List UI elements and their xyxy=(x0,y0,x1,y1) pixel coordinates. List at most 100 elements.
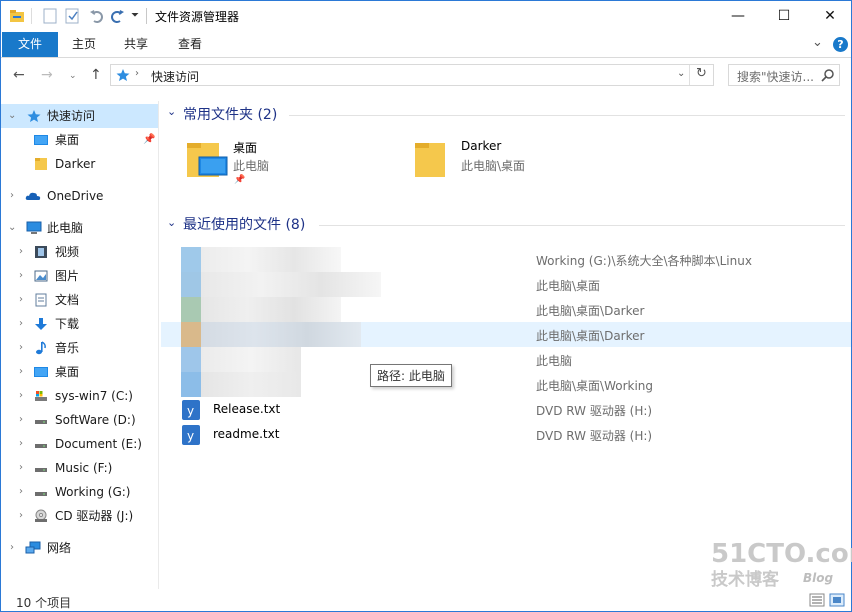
system-drive-icon xyxy=(35,391,47,401)
pin-icon[interactable]: 📌 xyxy=(143,128,155,152)
nav-item-label: Document (E:) xyxy=(55,437,142,451)
maximize-button[interactable]: ☐ xyxy=(761,1,807,31)
tile-name: 桌面 xyxy=(233,141,258,155)
chevron-right-icon[interactable]: › xyxy=(19,432,23,456)
address-bar[interactable]: › 快速访问 ⌄ ↻ xyxy=(110,64,714,86)
nav-item-label: sys-win7 (C:) xyxy=(55,389,133,403)
tab-home[interactable]: 主页 xyxy=(61,32,107,57)
file-location: DVD RW 驱动器 (H:) xyxy=(536,404,653,418)
chevron-right-icon[interactable]: › xyxy=(19,384,23,408)
chevron-right-icon[interactable]: › xyxy=(19,408,23,432)
quick-access-toolbar-divider xyxy=(31,8,32,24)
chevron-right-icon[interactable]: › xyxy=(19,312,23,336)
nav-item-this-pc[interactable]: ⌄ 此电脑 xyxy=(1,216,158,240)
onedrive-cloud-icon xyxy=(25,192,41,200)
chevron-right-icon[interactable]: › xyxy=(19,504,23,528)
music-icon xyxy=(36,341,46,355)
recent-file-row[interactable]: y readme.txt DVD RW 驱动器 (H:) xyxy=(161,422,851,447)
chevron-right-icon[interactable]: › xyxy=(19,264,23,288)
file-location: 此电脑\桌面 xyxy=(536,279,601,293)
file-icon xyxy=(181,372,201,397)
pictures-icon xyxy=(34,270,48,282)
close-button[interactable]: ✕ xyxy=(807,1,852,31)
collapse-group-chevron-icon[interactable]: ⌄ xyxy=(167,105,176,118)
breadcrumb[interactable]: 快速访问 xyxy=(151,68,199,85)
chevron-down-icon[interactable]: ⌄ xyxy=(8,216,16,240)
chevron-right-icon[interactable]: › xyxy=(19,456,23,480)
customize-toolbar-chevron-icon[interactable]: ⏷ xyxy=(131,10,139,21)
recent-file-row[interactable]: 此电脑\桌面\Darker xyxy=(161,297,851,322)
chevron-right-icon[interactable]: › xyxy=(19,360,23,384)
tab-share[interactable]: 共享 xyxy=(113,32,159,57)
collapse-group-chevron-icon[interactable]: ⌄ xyxy=(167,216,176,229)
chevron-right-icon[interactable]: › xyxy=(19,240,23,264)
nav-item-drive-e[interactable]: › Document (E:) xyxy=(1,432,158,456)
address-row: ← → ⌄ ↑ › 快速访问 ⌄ ↻ 搜索"快速访... xyxy=(1,59,851,93)
nav-item-pictures[interactable]: › 图片 xyxy=(1,264,158,288)
nav-item-desktop[interactable]: › 桌面 xyxy=(1,360,158,384)
chevron-right-icon[interactable]: › xyxy=(19,288,23,312)
recent-file-row[interactable]: 此电脑 xyxy=(161,347,851,372)
recent-file-row[interactable]: 此电脑\桌面\Working xyxy=(161,372,851,397)
recent-file-row[interactable]: y Release.txt DVD RW 驱动器 (H:) xyxy=(161,397,851,422)
search-input[interactable]: 搜索"快速访... xyxy=(728,64,840,86)
recent-file-row[interactable]: Working (G:)\系统大全\各种脚本\Linux xyxy=(161,247,851,272)
check-doc-icon[interactable] xyxy=(65,8,81,24)
nav-item-label: 视频 xyxy=(55,245,80,259)
redo-icon[interactable] xyxy=(109,8,125,24)
large-icons-view-icon[interactable] xyxy=(829,593,845,607)
recent-files-header[interactable]: 最近使用的文件 (8) xyxy=(183,214,305,236)
expand-ribbon-chevron-icon[interactable]: ⌄ xyxy=(812,35,823,50)
svg-text:y: y xyxy=(187,404,194,418)
quick-access-star-icon xyxy=(116,69,130,81)
nav-item-drive-c[interactable]: › sys-win7 (C:) xyxy=(1,384,158,408)
nav-item-drive-f[interactable]: › Music (F:) xyxy=(1,456,158,480)
chevron-right-icon[interactable]: › xyxy=(19,336,23,360)
undo-icon[interactable] xyxy=(89,8,105,24)
status-bar: 10 个项目 xyxy=(1,591,851,612)
recent-locations-chevron-icon[interactable]: ⌄ xyxy=(69,71,77,81)
nav-item-quick-access[interactable]: ⌄ 快速访问 xyxy=(1,104,158,128)
up-arrow-icon[interactable]: ↑ xyxy=(90,67,102,83)
folder-tile-darker[interactable]: Darker 此电脑\桌面 xyxy=(409,133,619,189)
nav-item-label: OneDrive xyxy=(47,189,104,203)
back-arrow-icon[interactable]: ← xyxy=(13,67,25,83)
file-name xyxy=(201,247,341,272)
chevron-right-icon[interactable]: › xyxy=(19,480,23,504)
help-icon[interactable]: ? xyxy=(833,37,848,52)
recent-file-row[interactable]: 此电脑\桌面\Darker xyxy=(161,322,851,347)
nav-item-darker[interactable]: Darker xyxy=(1,152,158,176)
refresh-icon[interactable]: ↻ xyxy=(696,66,707,81)
file-name xyxy=(201,297,341,322)
properties-icon[interactable] xyxy=(43,8,57,24)
search-icon[interactable] xyxy=(821,69,834,82)
nav-item-downloads[interactable]: › 下载 xyxy=(1,312,158,336)
nav-item-drive-d[interactable]: › SoftWare (D:) xyxy=(1,408,158,432)
chevron-right-icon[interactable]: › xyxy=(10,536,14,560)
folder-tile-desktop[interactable]: 桌面 此电脑 📌 xyxy=(179,133,389,189)
file-name xyxy=(201,272,381,297)
tab-file[interactable]: 文件 xyxy=(2,32,58,57)
nav-item-cd-drive[interactable]: › CD 驱动器 (J:) xyxy=(1,504,158,528)
search-placeholder: 搜索"快速访... xyxy=(737,70,814,84)
chevron-down-icon[interactable]: ⌄ xyxy=(8,104,16,128)
nav-item-desktop-pinned[interactable]: 桌面 📌 xyxy=(1,128,158,152)
nav-item-videos[interactable]: › 视频 xyxy=(1,240,158,264)
nav-item-music[interactable]: › 音乐 xyxy=(1,336,158,360)
address-dropdown-chevron-icon[interactable]: ⌄ xyxy=(677,68,685,79)
forward-arrow-icon[interactable]: → xyxy=(41,67,53,83)
nav-item-label: 图片 xyxy=(55,269,80,283)
minimize-button[interactable]: — xyxy=(715,1,761,31)
tab-view[interactable]: 查看 xyxy=(167,32,213,57)
recent-file-row[interactable]: 此电脑\桌面 xyxy=(161,272,851,297)
chevron-right-icon[interactable]: › xyxy=(10,184,14,208)
nav-item-network[interactable]: › 网络 xyxy=(1,536,158,560)
content-pane: ⌄ 常用文件夹 (2) 桌面 此电脑 📌 Darker 此电脑\桌面 ⌄ 最近使… xyxy=(161,101,851,589)
item-count: 10 个项目 xyxy=(16,596,72,610)
nav-item-documents[interactable]: › 文档 xyxy=(1,288,158,312)
frequent-folders-header[interactable]: 常用文件夹 (2) xyxy=(183,104,277,126)
details-view-icon[interactable] xyxy=(809,593,825,607)
nav-item-drive-g[interactable]: › Working (G:) xyxy=(1,480,158,504)
breadcrumb-chevron-icon[interactable]: › xyxy=(135,68,139,79)
nav-item-onedrive[interactable]: › OneDrive xyxy=(1,184,158,208)
